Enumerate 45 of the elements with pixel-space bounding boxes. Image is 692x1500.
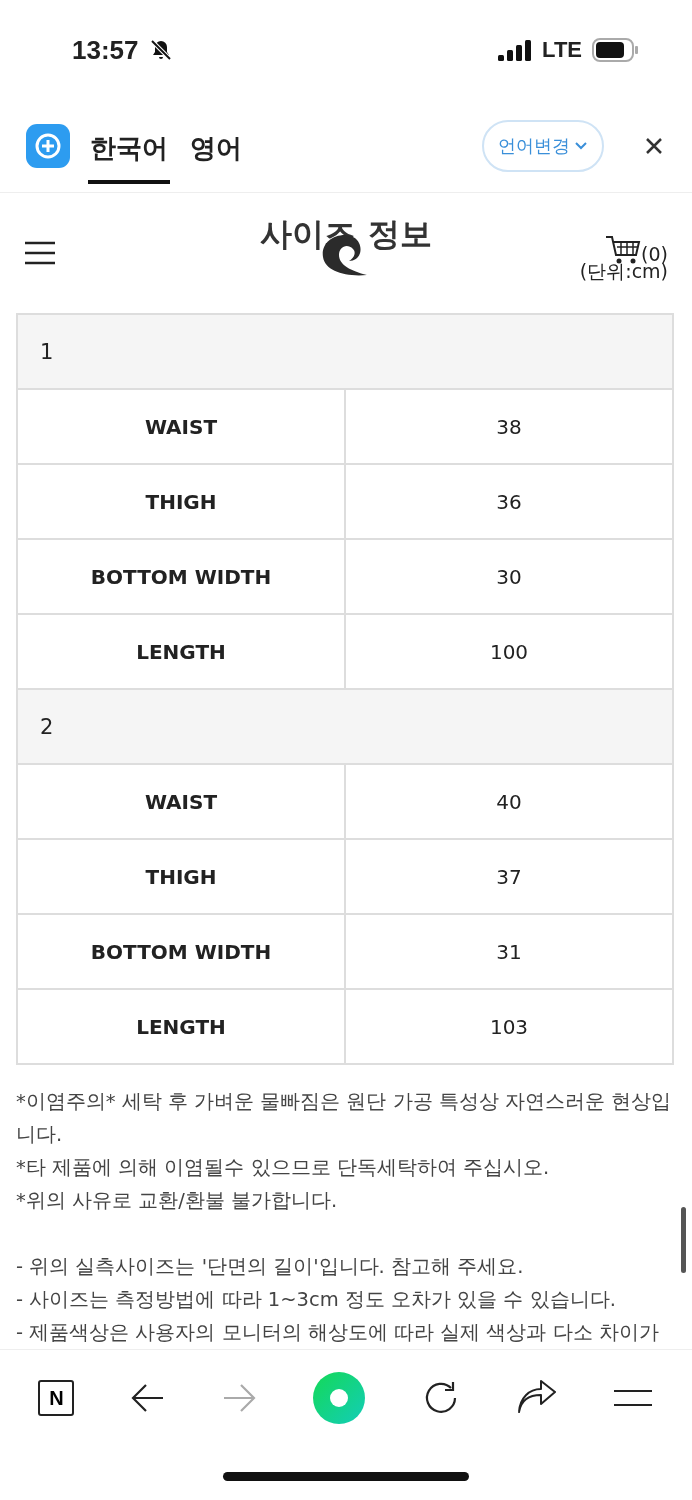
measure-label-cell: BOTTOM WIDTH [17, 539, 345, 614]
bell-muted-icon [148, 38, 173, 62]
home-button[interactable]: N [38, 1380, 75, 1416]
close-icon [645, 137, 663, 155]
measure-label-cell: THIGH [17, 839, 345, 914]
size-header-cell: 2 [17, 689, 673, 764]
measure-label-cell: BOTTOM WIDTH [17, 914, 345, 989]
menu-button[interactable] [613, 1388, 654, 1408]
size-note: - 제품색상은 사용자의 모니터의 해상도에 따라 실제 색상과 다소 차이가 [16, 1320, 660, 1346]
back-button[interactable] [131, 1383, 166, 1413]
translate-app-icon [26, 124, 70, 168]
care-note: *이염주의* 세탁 후 가벼운 물빠짐은 원단 가공 특성상 자연스러운 현상입니다. [16, 1089, 673, 1148]
size-note: - 위의 실측사이즈는 '단면의 길이'입니다. 참고해 주세요. [16, 1254, 525, 1280]
size-note: - 사이즈는 측정방법에 따라 1~3cm 정도 오차가 있을 수 있습니다. [16, 1287, 617, 1313]
menu-icon [613, 1388, 654, 1408]
measure-value-cell: 37 [345, 839, 673, 914]
signal-icon [498, 39, 533, 61]
share-arrow-icon [516, 1380, 557, 1416]
care-note: *타 제품에 의해 이염될수 있으므로 단독세탁하여 주십시오. [16, 1155, 551, 1181]
scrollbar [681, 1207, 686, 1273]
network-label: LTE [542, 37, 582, 63]
measure-value-cell: 36 [345, 464, 673, 539]
measure-value-cell: 31 [345, 914, 673, 989]
language-tab[interactable]: 영어 [188, 116, 244, 184]
measure-value-cell: 38 [345, 389, 673, 464]
chevron-down-icon [574, 141, 588, 151]
measure-value-cell: 103 [345, 989, 673, 1064]
menu-icon [24, 241, 56, 265]
measure-label-cell: LENGTH [17, 989, 345, 1064]
cart-icon[interactable] [605, 235, 642, 265]
ring-icon [312, 1372, 365, 1424]
share-button[interactable] [516, 1380, 557, 1416]
forward-arrow-icon [222, 1383, 257, 1413]
care-note: *위의 사유로 교환/환불 불가합니다. [16, 1188, 339, 1214]
battery-icon [592, 38, 638, 62]
size-header-cell: 1 [17, 314, 673, 389]
menu-button[interactable] [24, 241, 56, 265]
measure-label-cell: WAIST [17, 764, 345, 839]
language-tab[interactable]: 한국어 [88, 116, 170, 184]
status-time: 13:57 [72, 34, 139, 66]
measure-label-cell: WAIST [17, 389, 345, 464]
measure-value-cell: 30 [345, 539, 673, 614]
back-arrow-icon [131, 1383, 166, 1413]
measure-value-cell: 40 [345, 764, 673, 839]
measure-label-cell: THIGH [17, 464, 345, 539]
